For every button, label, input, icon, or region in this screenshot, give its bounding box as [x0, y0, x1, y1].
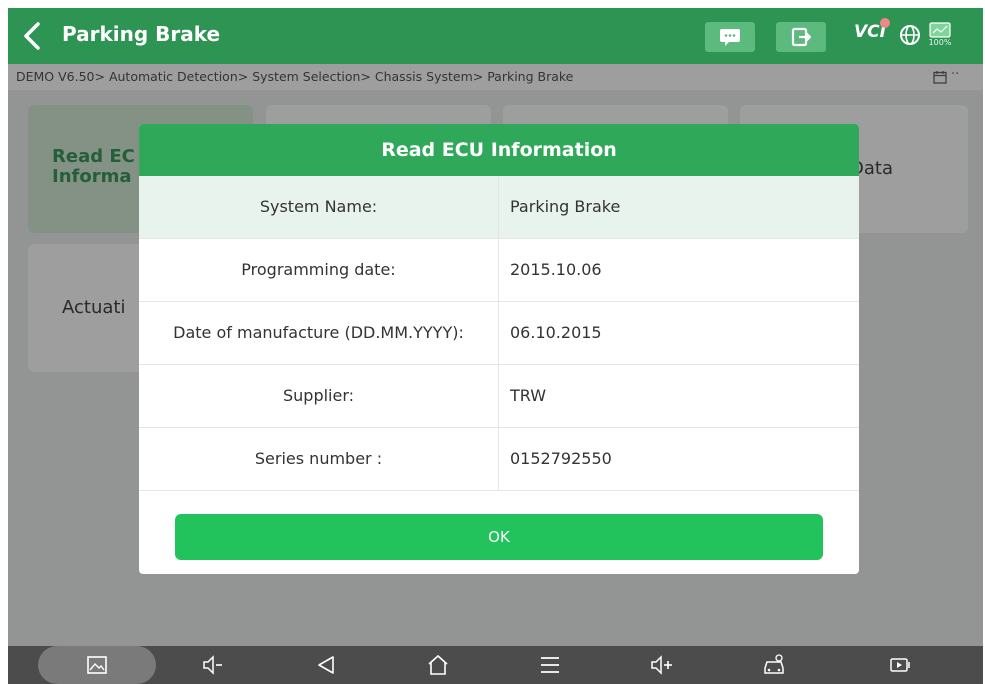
- app-header: Parking Brake VCI 100%: [8, 8, 983, 64]
- car-diagnostic-icon[interactable]: [762, 654, 786, 676]
- row-value: 0152792550: [510, 449, 612, 468]
- table-row: Programming date: 2015.10.06: [139, 239, 859, 302]
- vci-connection-dot: [880, 18, 890, 28]
- row-value: Parking Brake: [510, 197, 621, 216]
- row-value: TRW: [510, 386, 547, 405]
- row-label: Supplier:: [139, 365, 499, 427]
- volume-down-icon[interactable]: [201, 654, 225, 676]
- page-title: Parking Brake: [62, 22, 221, 46]
- ok-button[interactable]: OK: [175, 514, 823, 560]
- exit-icon: [791, 27, 811, 47]
- exit-button[interactable]: [776, 22, 826, 52]
- battery-percentage: 100%: [928, 38, 952, 47]
- back-triangle-icon[interactable]: [314, 654, 338, 676]
- row-value: 06.10.2015: [510, 323, 602, 342]
- row-label: Programming date:: [139, 239, 499, 301]
- dialog-title: Read ECU Information: [139, 124, 859, 176]
- volume-up-icon[interactable]: [650, 654, 674, 676]
- row-label: Date of manufacture (DD.MM.YYYY):: [139, 302, 499, 364]
- system-nav-bar: [8, 646, 983, 684]
- screenshot-icon[interactable]: [85, 654, 109, 676]
- home-icon[interactable]: [426, 654, 450, 676]
- table-row: Date of manufacture (DD.MM.YYYY): 06.10.…: [139, 302, 859, 365]
- globe-icon[interactable]: [899, 24, 921, 46]
- row-label: Series number :: [139, 428, 499, 490]
- app-screen: Parking Brake VCI 100% DEMO V6.50> Autom…: [8, 8, 983, 684]
- screen-record-icon[interactable]: [888, 654, 912, 676]
- menu-icon[interactable]: [538, 654, 562, 676]
- feedback-icon: [720, 29, 740, 46]
- ecu-info-dialog: Read ECU Information System Name: Parkin…: [139, 124, 859, 574]
- row-label: System Name:: [139, 176, 499, 238]
- row-value: 2015.10.06: [510, 260, 602, 279]
- back-icon[interactable]: [18, 21, 48, 51]
- table-row: Series number : 0152792550: [139, 428, 859, 491]
- table-row: Supplier: TRW: [139, 365, 859, 428]
- table-row: System Name: Parking Brake: [139, 176, 859, 239]
- feedback-button[interactable]: [705, 22, 755, 52]
